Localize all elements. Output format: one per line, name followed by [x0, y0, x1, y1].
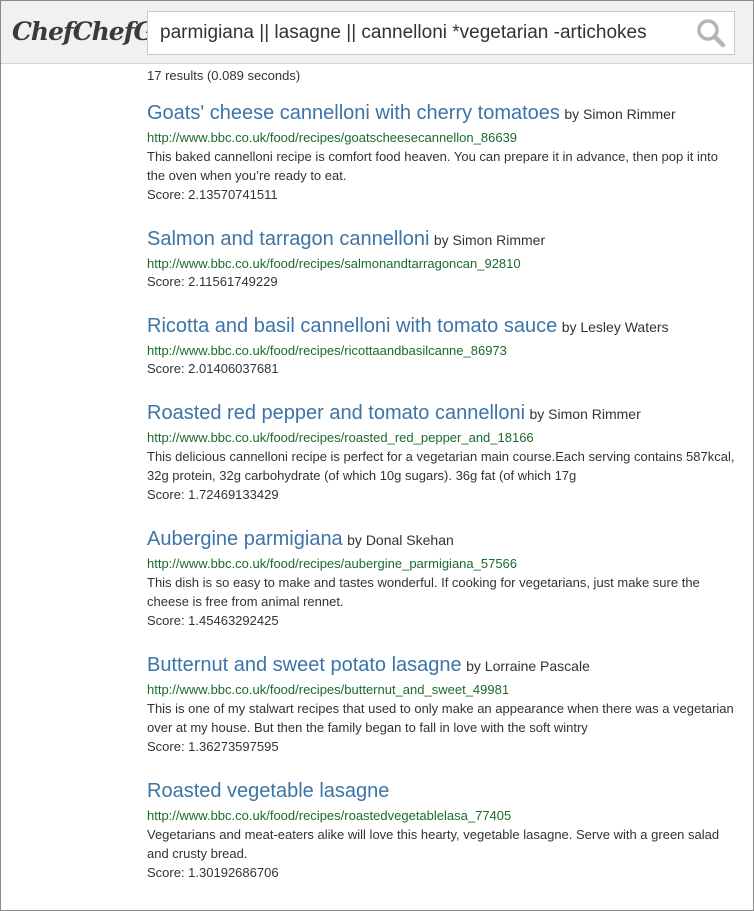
result-description: Vegetarians and meat-eaters alike will l…: [147, 827, 720, 861]
result-url[interactable]: http://www.bbc.co.uk/food/recipes/goatsc…: [147, 129, 737, 146]
result-title-line: Goats' cheese cannelloni with cherry tom…: [147, 100, 737, 128]
results-content: 17 results (0.089 seconds) Goats' cheese…: [147, 64, 737, 904]
result-url[interactable]: http://www.bbc.co.uk/food/recipes/ricott…: [147, 342, 737, 359]
result-title-link[interactable]: Goats' cheese cannelloni with cherry tom…: [147, 102, 560, 124]
result-author: by Lorraine Pascale: [466, 658, 590, 674]
result-item: Roasted vegetable lasagne http://www.bbc.…: [147, 778, 737, 882]
result-item: Roasted red pepper and tomato cannelloni…: [147, 400, 737, 504]
result-score: Score: 1.30192686706: [147, 865, 279, 880]
result-score: Score: 2.11561749229: [147, 274, 278, 289]
search-button[interactable]: [694, 16, 728, 50]
result-title-line: Ricotta and basil cannelloni with tomato…: [147, 313, 737, 341]
result-url[interactable]: http://www.bbc.co.uk/food/recipes/roaste…: [147, 807, 737, 824]
result-score: Score: 1.72469133429: [147, 487, 279, 502]
search-input[interactable]: [148, 12, 688, 54]
result-score: Score: 1.45463292425: [147, 613, 279, 628]
result-description: This is one of my stalwart recipes that …: [147, 701, 734, 735]
result-title-link[interactable]: Aubergine parmigiana: [147, 528, 343, 550]
result-title-line: Aubergine parmigiana by Donal Skehan: [147, 526, 737, 554]
search-box: [147, 11, 735, 55]
result-author: by Simon Rimmer: [564, 106, 676, 122]
result-title-line: Roasted red pepper and tomato cannelloni…: [147, 400, 737, 428]
result-description: This delicious cannelloni recipe is perf…: [147, 449, 735, 483]
result-title-link[interactable]: Ricotta and basil cannelloni with tomato…: [147, 315, 557, 337]
result-title-line: Salmon and tarragon cannelloni by Simon …: [147, 226, 737, 254]
result-title-link[interactable]: Butternut and sweet potato lasagne: [147, 654, 462, 676]
result-item: Butternut and sweet potato lasagne by Lo…: [147, 652, 737, 756]
results-list: Goats' cheese cannelloni with cherry tom…: [147, 100, 737, 882]
result-url[interactable]: http://www.bbc.co.uk/food/recipes/roaste…: [147, 429, 737, 446]
result-url[interactable]: http://www.bbc.co.uk/food/recipes/salmon…: [147, 255, 737, 272]
result-item: Aubergine parmigiana by Donal Skehan http…: [147, 526, 737, 630]
result-author: by Simon Rimmer: [529, 406, 641, 422]
result-url[interactable]: http://www.bbc.co.uk/food/recipes/butter…: [147, 681, 737, 698]
result-author: by Donal Skehan: [347, 532, 454, 548]
result-description: This baked cannelloni recipe is comfort …: [147, 149, 718, 183]
logo[interactable]: ChefChefGo: [12, 17, 170, 46]
result-title-line: Roasted vegetable lasagne: [147, 778, 737, 806]
result-title-link[interactable]: Roasted vegetable lasagne: [147, 780, 389, 802]
result-title-link[interactable]: Roasted red pepper and tomato cannelloni: [147, 402, 525, 424]
header-bar: ChefChefGo: [1, 1, 753, 64]
result-item: Ricotta and basil cannelloni with tomato…: [147, 313, 737, 378]
result-score: Score: 2.01406037681: [147, 361, 279, 376]
result-url[interactable]: http://www.bbc.co.uk/food/recipes/auberg…: [147, 555, 737, 572]
result-title-link[interactable]: Salmon and tarragon cannelloni: [147, 228, 429, 250]
result-item: Salmon and tarragon cannelloni by Simon …: [147, 226, 737, 291]
result-description: This dish is so easy to make and tastes …: [147, 575, 700, 609]
result-author: by Simon Rimmer: [433, 232, 546, 248]
result-title-line: Butternut and sweet potato lasagne by Lo…: [147, 652, 737, 680]
search-icon: [697, 19, 726, 48]
result-item: Goats' cheese cannelloni with cherry tom…: [147, 100, 737, 204]
result-author: by Lesley Waters: [561, 319, 669, 335]
result-count: 17 results (0.089 seconds): [147, 68, 301, 83]
result-score: Score: 1.36273597595: [147, 739, 279, 754]
result-score: Score: 2.13570741511: [147, 187, 278, 202]
browser-frame: ChefChefGo 17 results (0.089 seconds) Go…: [0, 0, 754, 911]
